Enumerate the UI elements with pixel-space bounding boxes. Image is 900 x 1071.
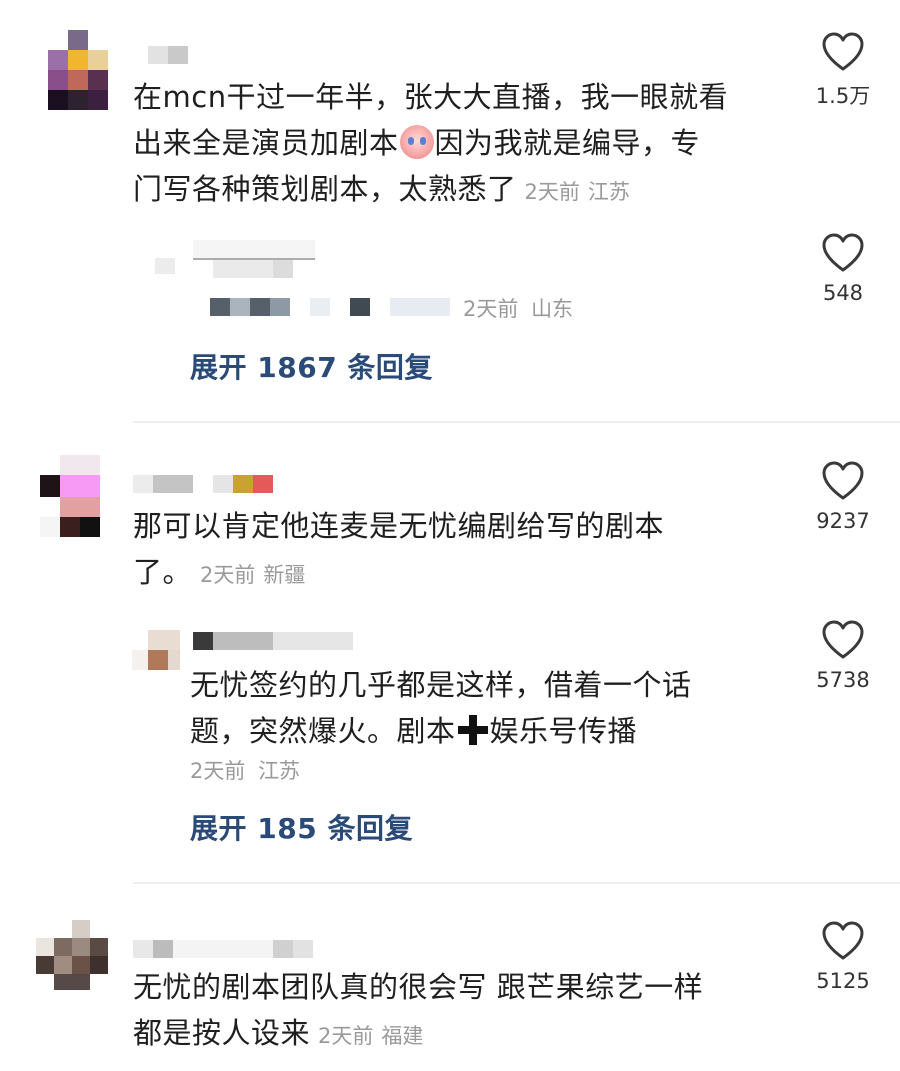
heart-outline-icon (822, 921, 864, 960)
crying-face-emoji-icon (399, 125, 434, 159)
username-blurred[interactable] (133, 475, 273, 493)
expand-replies-link[interactable]: 展开 185 条回复 (190, 807, 413, 847)
reply-meta: 2天前 山东 (463, 293, 573, 323)
heavy-plus-icon (457, 715, 488, 745)
avatar[interactable] (36, 920, 108, 990)
like-button[interactable]: 5738 (813, 620, 873, 692)
comment-location: 福建 (381, 1024, 424, 1048)
reply-location: 山东 (531, 297, 574, 321)
like-count: 5738 (816, 668, 870, 692)
comment-text: 那可以肯定他连麦是无忧编剧给写的剧本 了。 2天前 新疆 (133, 509, 665, 589)
divider (133, 421, 900, 423)
comment-time: 2天前 (318, 1024, 374, 1048)
reply-avatar[interactable] (155, 258, 175, 274)
comment-text: 在mcn干过一年半，张大大直播，我一眼就看 出来全是演员加剧本 因为我就是编导，专… (133, 80, 729, 206)
heart-outline-icon (822, 32, 864, 71)
reply-username-blurred[interactable] (193, 240, 315, 280)
like-button[interactable]: 1.5万 (813, 32, 873, 110)
like-button[interactable]: 5125 (813, 921, 873, 993)
username-blurred[interactable] (133, 940, 353, 958)
like-button[interactable]: 9237 (813, 461, 873, 533)
heart-outline-icon (822, 620, 864, 659)
like-count: 1.5万 (815, 84, 871, 108)
avatar[interactable] (40, 455, 100, 537)
expand-replies-link[interactable]: 展开 1867 条回复 (190, 346, 433, 386)
comment-location: 新疆 (263, 563, 306, 587)
reply-location: 江苏 (258, 759, 301, 783)
reply-avatar[interactable] (132, 630, 180, 670)
username-blurred[interactable] (148, 46, 188, 64)
like-count: 5125 (816, 969, 870, 993)
heart-outline-icon (822, 461, 864, 500)
comment-text: 无忧的剧本团队真的很会写 跟芒果综艺一样 都是按人设来 2天前 福建 (133, 970, 704, 1050)
reply-username-blurred[interactable] (193, 632, 353, 650)
divider (133, 882, 900, 884)
like-button[interactable]: 548 (813, 233, 873, 305)
reply-meta: 2天前 江苏 (190, 755, 300, 785)
comment-location: 江苏 (587, 180, 630, 204)
reply-time: 2天前 (190, 759, 246, 783)
like-count: 9237 (816, 509, 870, 533)
heart-outline-icon (822, 233, 864, 272)
reply-text: 无忧签约的几乎都是这样，借着一个话 题，突然爆火。剧本 娱乐号传播 (190, 668, 692, 748)
avatar[interactable] (48, 30, 108, 110)
comment-time: 2天前 (524, 180, 580, 204)
comment-time: 2天前 (200, 563, 256, 587)
reply-time: 2天前 (463, 297, 519, 321)
like-count: 548 (822, 281, 864, 305)
reply-text-blurred (190, 298, 450, 316)
